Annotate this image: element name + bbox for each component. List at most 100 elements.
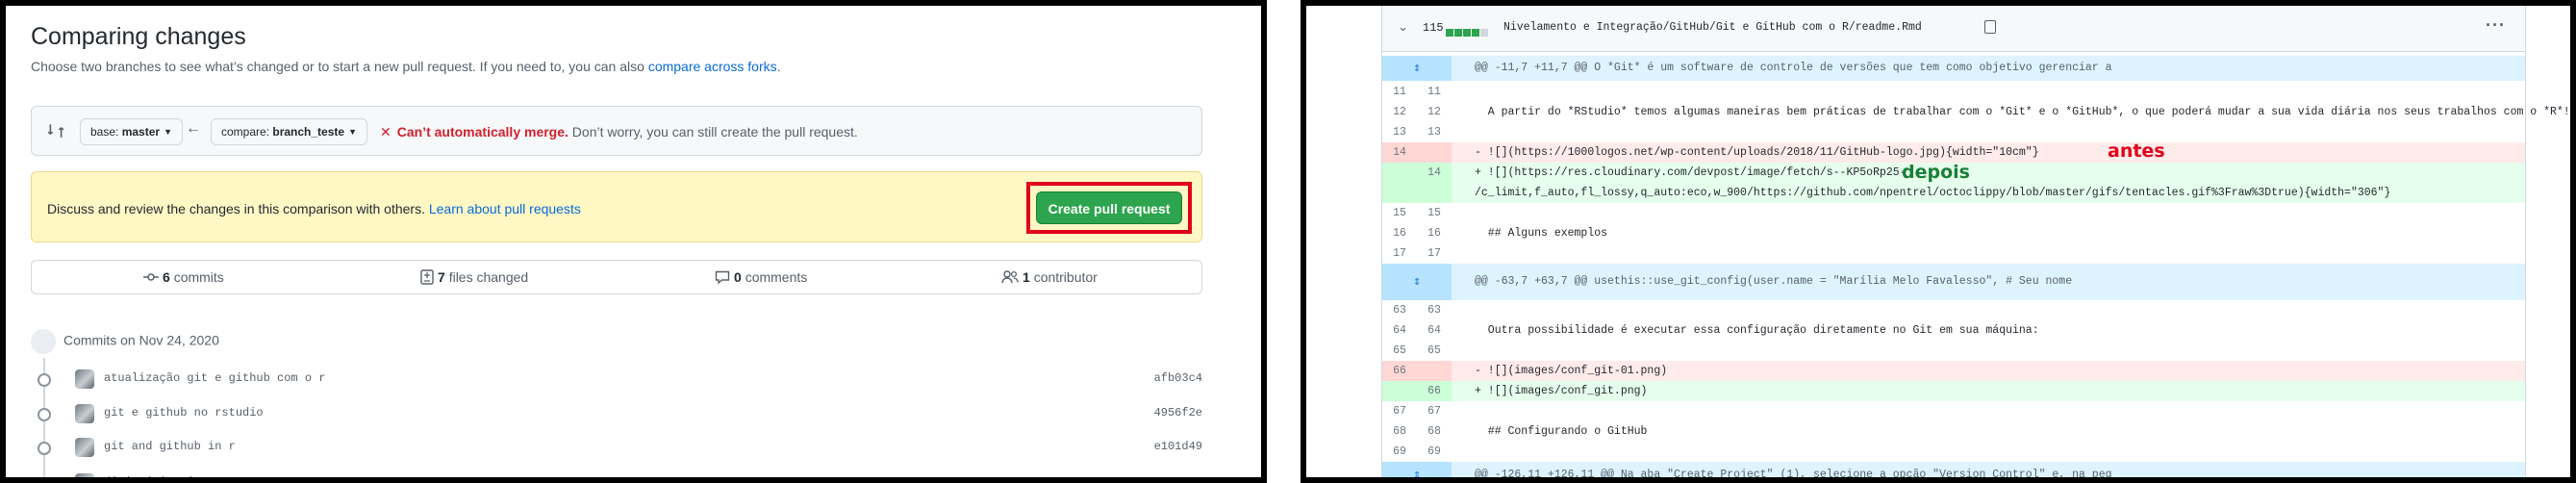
commit-message[interactable]: atualização git e github com o r — [104, 371, 325, 385]
files-label: files changed — [448, 269, 529, 285]
diffstat-bar — [1446, 24, 1489, 41]
code-line: ## Configurando o GitHub — [1475, 425, 1648, 438]
line-number[interactable] — [1417, 183, 1452, 203]
comparison-stats: 6 commits 7 files changed 0 comments 1 c… — [31, 260, 1202, 294]
files-changed-tab[interactable]: 7 files changed — [420, 261, 528, 293]
commits-count: 6 — [163, 269, 170, 285]
expand-lines-icon[interactable]: ⇕ — [1382, 462, 1452, 477]
line-number[interactable] — [1417, 361, 1452, 381]
chevron-down-icon[interactable]: ⌄ — [1398, 19, 1408, 35]
line-number[interactable]: 69 — [1382, 442, 1417, 462]
line-number[interactable] — [1382, 163, 1417, 183]
code-line: A partir do *RStudio* temos algumas mane… — [1475, 106, 2570, 118]
commit-row[interactable]: atualização git e github com o r afb03c4 — [31, 366, 1202, 394]
line-number[interactable] — [1382, 183, 1417, 203]
line-number[interactable]: 14 — [1382, 142, 1417, 163]
avatar[interactable] — [75, 438, 94, 457]
commit-message[interactable]: dicionário git — [104, 475, 201, 477]
merge-note-text: Don’t worry, you can still create the pu… — [571, 124, 858, 140]
expand-lines-icon[interactable]: ⇕ — [1382, 264, 1452, 300]
line-number[interactable]: 11 — [1417, 82, 1452, 102]
commit-message[interactable]: git and github in r — [104, 440, 236, 453]
avatar[interactable] — [75, 404, 94, 423]
line-number[interactable]: 68 — [1417, 421, 1452, 442]
commit-row[interactable]: git e github no rstudio 4956f2e — [31, 400, 1202, 429]
contributors-tab[interactable]: 1 contributor — [1001, 261, 1098, 293]
line-number[interactable]: 17 — [1382, 243, 1417, 264]
merge-error-text: Can’t automatically merge. — [396, 124, 568, 140]
line-number[interactable]: 12 — [1382, 102, 1417, 122]
commit-sha[interactable]: e101d49 — [1154, 440, 1202, 453]
line-number[interactable]: 65 — [1417, 341, 1452, 361]
kebab-menu-icon[interactable]: ··· — [2486, 15, 2506, 36]
context-line-row: 65 65 — [1382, 341, 2525, 361]
context-line-row: 11 11 — [1382, 82, 2525, 102]
line-number[interactable]: 65 — [1382, 341, 1417, 361]
commit-sha[interactable]: 4638c15 — [1154, 475, 1202, 477]
avatar[interactable] — [75, 369, 94, 389]
line-number[interactable]: 68 — [1382, 421, 1417, 442]
commit-dot-icon — [38, 477, 51, 483]
line-number[interactable]: 69 — [1417, 442, 1452, 462]
line-number[interactable]: 63 — [1417, 300, 1452, 320]
file-name[interactable]: Nivelamento e Integração/GitHub/Git e Gi… — [1503, 21, 1922, 34]
line-number[interactable]: 67 — [1382, 401, 1417, 421]
line-number[interactable]: 63 — [1382, 300, 1417, 320]
learn-about-pull-requests-link[interactable]: Learn about pull requests — [429, 201, 581, 216]
line-number[interactable]: 13 — [1417, 122, 1452, 142]
commit-dot-icon — [38, 373, 51, 387]
line-number[interactable]: 15 — [1382, 203, 1417, 223]
line-number[interactable]: 66 — [1382, 361, 1417, 381]
context-line-row: 63 63 — [1382, 300, 2525, 320]
create-pull-request-button[interactable]: Create pull request — [1036, 191, 1182, 224]
commits-label: commits — [173, 269, 224, 285]
subtitle-text: Choose two branches to see what’s change… — [31, 59, 644, 74]
compare-screenshot-panel: Comparing changes Choose two branches to… — [0, 0, 1267, 483]
code-line: + ![](https://res.cloudinary.com/devpost… — [1475, 166, 1907, 179]
compare-across-forks-link[interactable]: compare across forks — [648, 59, 777, 74]
discuss-label: Discuss and review the changes in this c… — [47, 201, 425, 216]
line-number[interactable]: 17 — [1417, 243, 1452, 264]
deleted-line-row: 14 - ![](https://1000logos.net/wp-content… — [1382, 142, 2525, 163]
line-number[interactable]: 15 — [1417, 203, 1452, 223]
commit-row[interactable]: dicionário git 4638c15 — [31, 470, 1202, 483]
line-number[interactable]: 14 — [1417, 163, 1452, 183]
code-line: @@ -63,7 +63,7 @@ usethis::use_git_confi… — [1475, 275, 2073, 288]
line-number[interactable]: 64 — [1417, 320, 1452, 341]
commit-row[interactable]: git and github in r e101d49 — [31, 434, 1202, 463]
commits-tab[interactable]: 6 commits — [143, 261, 224, 293]
deleted-line-row: 66 - ![](images/conf_git-01.png) — [1382, 361, 2525, 381]
avatar[interactable] — [75, 473, 94, 477]
context-line-row: 16 16 ## Alguns exemplos — [1382, 223, 2525, 243]
annotation-after: depois — [1902, 162, 1970, 183]
commit-message[interactable]: git e github no rstudio — [104, 406, 264, 419]
code-line: ## Alguns exemplos — [1475, 227, 1608, 240]
files-count: 7 — [438, 269, 445, 285]
line-number[interactable] — [1417, 142, 1452, 163]
compare-branch-name: branch_teste — [272, 125, 345, 139]
commits-heading-text: Commits on Nov 24, 2020 — [63, 332, 219, 348]
commit-dot-icon — [38, 442, 51, 455]
line-number[interactable]: 12 — [1417, 102, 1452, 122]
commit-sha[interactable]: afb03c4 — [1154, 371, 1202, 385]
line-number[interactable]: 66 — [1417, 381, 1452, 401]
discuss-text: Discuss and review the changes in this c… — [47, 201, 581, 216]
hunk-header-row: ⇕ @@ -11,7 +11,7 @@ O *Git* é um software… — [1382, 56, 2525, 81]
line-number[interactable]: 16 — [1417, 223, 1452, 243]
line-number[interactable]: 64 — [1382, 320, 1417, 341]
line-number[interactable]: 13 — [1382, 122, 1417, 142]
range-editor: base: master ▼ ← compare: branch_teste ▼ ✕… — [31, 106, 1202, 156]
base-branch-select[interactable]: base: master ▼ — [80, 118, 183, 145]
expand-lines-icon[interactable]: ⇕ — [1382, 56, 1452, 81]
copy-icon[interactable] — [1984, 20, 1996, 34]
comments-tab[interactable]: 0 comments — [715, 261, 807, 293]
line-number[interactable] — [1382, 381, 1417, 401]
file-diff-icon — [420, 269, 434, 285]
line-number[interactable]: 67 — [1417, 401, 1452, 421]
line-number[interactable]: 11 — [1382, 82, 1417, 102]
git-commit-icon — [31, 329, 56, 354]
compare-branch-select[interactable]: compare: branch_teste ▼ — [211, 118, 367, 145]
commit-sha[interactable]: 4956f2e — [1154, 406, 1202, 419]
context-line-row: 17 17 — [1382, 243, 2525, 264]
line-number[interactable]: 16 — [1382, 223, 1417, 243]
